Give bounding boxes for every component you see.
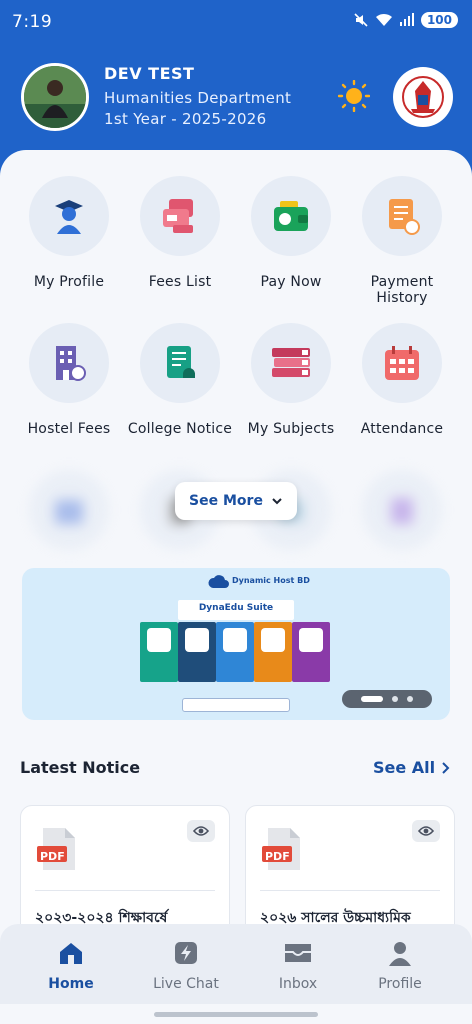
status-bar: 7:19 100 xyxy=(0,0,472,44)
chat-icon xyxy=(175,942,197,964)
menu-college-notice[interactable]: College Notice xyxy=(125,323,235,437)
user-name: DEV TEST xyxy=(104,64,195,83)
banner-card xyxy=(216,622,254,682)
menu-hidden-item xyxy=(14,470,124,550)
menu-fees-list[interactable]: Fees List xyxy=(125,176,235,290)
menu-pay-now[interactable]: Pay Now xyxy=(236,176,346,290)
view-button[interactable] xyxy=(187,820,215,842)
avatar[interactable] xyxy=(21,63,89,131)
menu-label: Pay Now xyxy=(260,274,322,290)
eye-icon xyxy=(418,826,434,836)
nav-live-chat[interactable]: Live Chat xyxy=(136,940,236,992)
banner-brand: Dynamic Host BD xyxy=(232,576,310,585)
nav-label: Home xyxy=(48,976,94,992)
wallet-icon xyxy=(274,201,308,231)
chevron-down-icon xyxy=(272,498,282,505)
carousel-dot[interactable] xyxy=(392,696,398,702)
menu-hidden-item xyxy=(347,470,457,550)
user-icon xyxy=(389,942,411,966)
menu-label: My Subjects xyxy=(247,421,335,437)
nav-home[interactable]: Home xyxy=(21,940,121,992)
view-button[interactable] xyxy=(412,820,440,842)
promo-banner[interactable]: Dynamic Host BD DynaEdu Suite xyxy=(22,568,450,720)
banner-card xyxy=(254,622,292,682)
status-time: 7:19 xyxy=(12,12,53,32)
menu-my-profile[interactable]: My Profile xyxy=(14,176,124,290)
menu-label: Attendance xyxy=(360,421,444,437)
menu-label: Hostel Fees xyxy=(27,421,111,437)
receipt-icon xyxy=(389,199,420,235)
see-more-label: See More xyxy=(189,493,263,509)
home-icon xyxy=(60,943,82,964)
pdf-badge: PDF xyxy=(265,850,290,863)
notice-doc-icon xyxy=(167,346,195,378)
section-title: Latest Notice xyxy=(20,758,141,777)
carousel-indicator[interactable] xyxy=(342,690,432,708)
menu-label: College Notice xyxy=(127,421,233,437)
banner-contact-strip xyxy=(182,698,290,712)
see-all-label: See All xyxy=(373,758,436,777)
battery-indicator: 100 xyxy=(420,12,458,28)
menu-label: My Profile xyxy=(33,274,105,290)
status-icons: 100 xyxy=(353,12,458,28)
wifi-icon xyxy=(375,13,392,26)
pdf-badge: PDF xyxy=(40,850,65,863)
banner-card xyxy=(140,622,178,682)
gesture-bar[interactable] xyxy=(154,1012,318,1017)
bottom-nav: Home Live Chat Inbox Profile xyxy=(0,924,472,1004)
see-more-button[interactable]: See More xyxy=(175,482,297,520)
sun-icon[interactable] xyxy=(338,80,370,112)
menu-label: Payment History xyxy=(370,274,434,306)
banner-card xyxy=(178,622,216,682)
eye-icon xyxy=(193,826,209,836)
mute-icon xyxy=(354,13,368,27)
see-all-link[interactable]: See All xyxy=(373,758,451,777)
college-logo xyxy=(393,67,453,127)
menu-my-subjects[interactable]: My Subjects xyxy=(236,323,346,437)
menu-payment-history[interactable]: Payment History xyxy=(347,176,457,306)
chevron-right-icon xyxy=(442,761,450,774)
carousel-dot[interactable] xyxy=(407,696,413,702)
pdf-file-icon xyxy=(262,828,300,870)
pdf-file-icon xyxy=(37,828,75,870)
app-screen: 7:19 100 DEV TEST Humanities Department … xyxy=(0,0,472,1024)
building-icon xyxy=(56,346,86,381)
carousel-dot[interactable] xyxy=(361,696,383,702)
inbox-icon xyxy=(285,944,311,962)
menu-label: Fees List xyxy=(148,274,212,290)
calendar-icon xyxy=(385,346,419,380)
banner-title: DynaEdu Suite xyxy=(198,603,274,613)
books-icon xyxy=(272,348,310,377)
student-icon xyxy=(55,200,83,234)
user-year: 1st Year - 2025-2026 xyxy=(104,110,267,128)
nav-label: Live Chat xyxy=(153,976,219,992)
nav-label: Profile xyxy=(378,976,422,992)
menu-hostel-fees[interactable]: Hostel Fees xyxy=(14,323,124,437)
menu-attendance[interactable]: Attendance xyxy=(347,323,457,437)
signal-icon xyxy=(399,13,414,26)
user-department: Humanities Department xyxy=(104,89,292,107)
nav-label: Inbox xyxy=(278,976,318,992)
nav-inbox[interactable]: Inbox xyxy=(248,940,348,992)
banner-card xyxy=(292,622,330,682)
cloud-logo-icon xyxy=(208,575,229,588)
fees-card-icon xyxy=(163,199,193,233)
nav-profile[interactable]: Profile xyxy=(350,940,450,992)
